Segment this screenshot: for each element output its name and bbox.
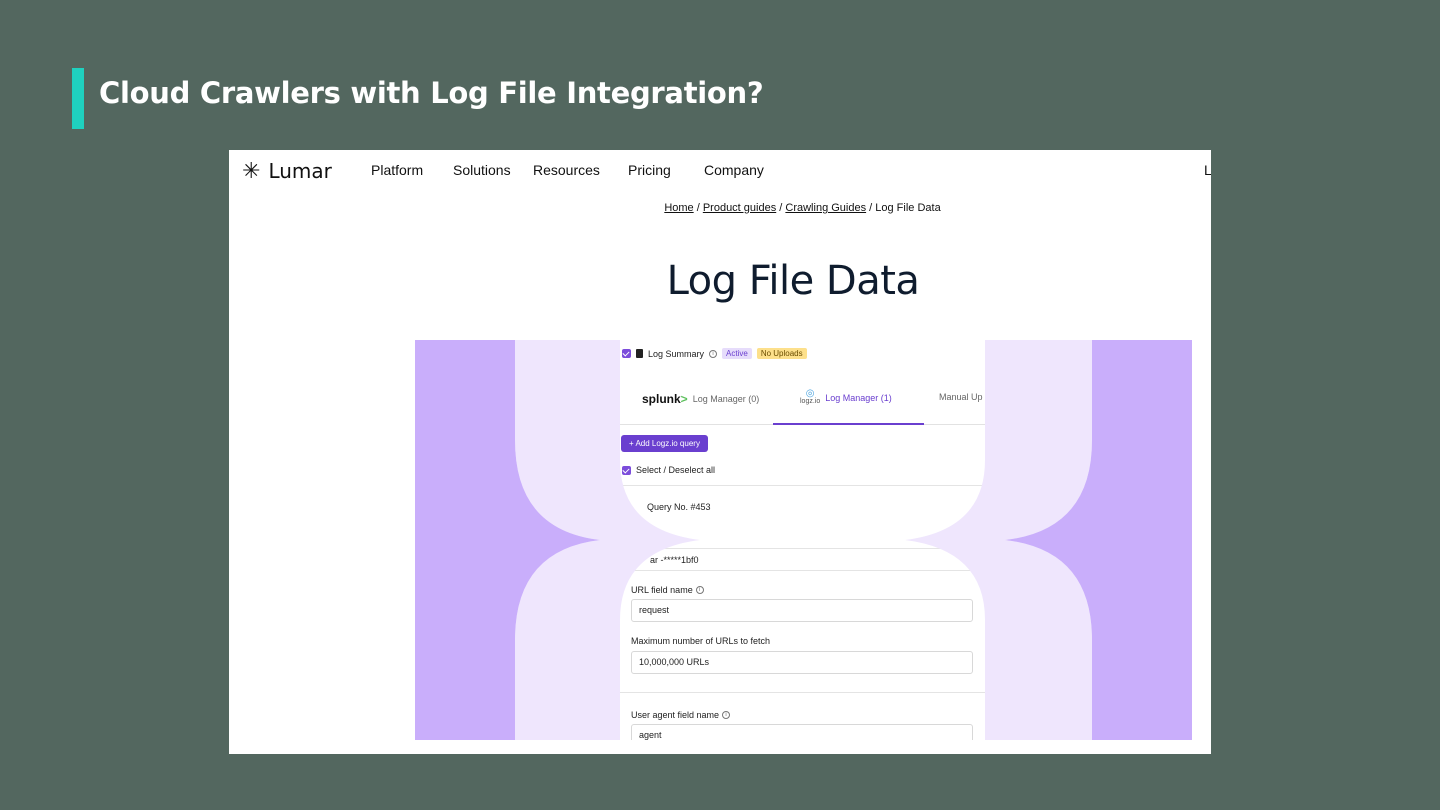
- log-summary-row: Log Summary i Active No Uploads: [622, 348, 807, 359]
- tab-manual-upload[interactable]: Manual Up: [939, 392, 983, 402]
- info-icon[interactable]: i: [709, 349, 718, 358]
- breadcrumb-crawling-guides[interactable]: Crawling Guides: [785, 202, 866, 214]
- document-icon: [636, 349, 643, 358]
- breadcrumb-product-guides[interactable]: Product guides: [703, 202, 776, 214]
- log-manager-tabs: splunk> Log Manager (0) ◎ logz.io Log Man…: [620, 382, 990, 425]
- api-key-value: ar -*****1bf0: [650, 555, 699, 565]
- checkbox-icon[interactable]: [622, 465, 631, 475]
- max-urls-input[interactable]: 10,000,000 URLs: [631, 651, 973, 674]
- url-field-label-text: URL field name: [631, 585, 693, 595]
- logo-text: Lumar: [268, 159, 332, 183]
- breadcrumb-current: / Log File Data: [866, 202, 941, 214]
- logzio-icon: ◎: [805, 388, 815, 399]
- select-all-row[interactable]: Select / Deselect all: [622, 465, 715, 475]
- splunk-logo-mark: >: [680, 392, 688, 406]
- breadcrumb-home[interactable]: Home: [664, 202, 693, 214]
- query-number: Query No. #453: [647, 502, 711, 512]
- user-agent-input[interactable]: agent: [631, 724, 973, 740]
- nav-company[interactable]: Company: [704, 162, 764, 178]
- user-agent-label-text: User agent field name: [631, 710, 720, 720]
- splunk-logo: splunk>: [642, 392, 688, 406]
- max-urls-label: Maximum number of URLs to fetch: [631, 636, 771, 646]
- splunk-logo-text: splunk: [642, 392, 681, 406]
- active-tab-indicator: [773, 423, 924, 425]
- info-icon[interactable]: i: [722, 711, 731, 719]
- nav-pricing[interactable]: Pricing: [628, 162, 671, 178]
- field-top-border: [631, 548, 973, 549]
- log-settings-panel: Log Summary i Active No Uploads splunk> …: [620, 340, 990, 740]
- lumar-star-icon: ✳: [242, 158, 261, 183]
- status-badge-active: Active: [722, 348, 752, 359]
- tab-splunk[interactable]: splunk> Log Manager (0): [642, 392, 759, 406]
- nav-solutions[interactable]: Solutions: [453, 162, 511, 178]
- nav-platform[interactable]: Platform: [371, 162, 423, 178]
- checkbox-icon[interactable]: [622, 349, 631, 358]
- breadcrumb: Home / Product guides / Crawling Guides …: [229, 202, 1211, 214]
- select-all-label: Select / Deselect all: [636, 465, 716, 475]
- add-logzio-query-button[interactable]: + Add Logz.io query: [621, 435, 708, 452]
- info-icon[interactable]: i: [695, 586, 704, 594]
- divider: [620, 485, 990, 486]
- site-nav: ✳ Lumar Platform Solutions Resources Pri…: [229, 150, 1211, 192]
- breadcrumb-separator: /: [693, 202, 703, 214]
- slide-title: Cloud Crawlers with Log File Integration…: [99, 76, 764, 110]
- hero-image: Log Summary i Active No Uploads splunk> …: [415, 340, 1192, 740]
- url-field-input[interactable]: request: [631, 599, 973, 622]
- logzio-logo: ◎ logz.io: [800, 388, 821, 406]
- field-bottom-border: [631, 570, 973, 571]
- page-title: Log File Data: [666, 258, 920, 304]
- tab-logzio-label: Log Manager (1): [825, 393, 892, 403]
- nav-resources[interactable]: Resources: [533, 162, 600, 178]
- lumar-logo[interactable]: ✳ Lumar: [242, 159, 332, 183]
- nav-login-cut[interactable]: L: [1204, 162, 1211, 178]
- status-badge-no-uploads: No Uploads: [756, 348, 807, 359]
- website-screenshot: ✳ Lumar Platform Solutions Resources Pri…: [229, 150, 1211, 754]
- tab-logzio[interactable]: ◎ logz.io Log Manager (1): [800, 388, 892, 406]
- divider: [620, 692, 990, 693]
- log-summary-label: Log Summary: [648, 348, 705, 359]
- breadcrumb-separator: /: [776, 202, 786, 214]
- tab-splunk-label: Log Manager (0): [692, 394, 760, 404]
- url-field-label: URL field name i: [631, 585, 704, 595]
- logzio-logo-text: logz.io: [800, 398, 821, 405]
- user-agent-label: User agent field name i: [631, 710, 731, 720]
- title-accent-bar: [72, 68, 84, 129]
- tab-manual-upload-label: Manual Up: [939, 392, 983, 402]
